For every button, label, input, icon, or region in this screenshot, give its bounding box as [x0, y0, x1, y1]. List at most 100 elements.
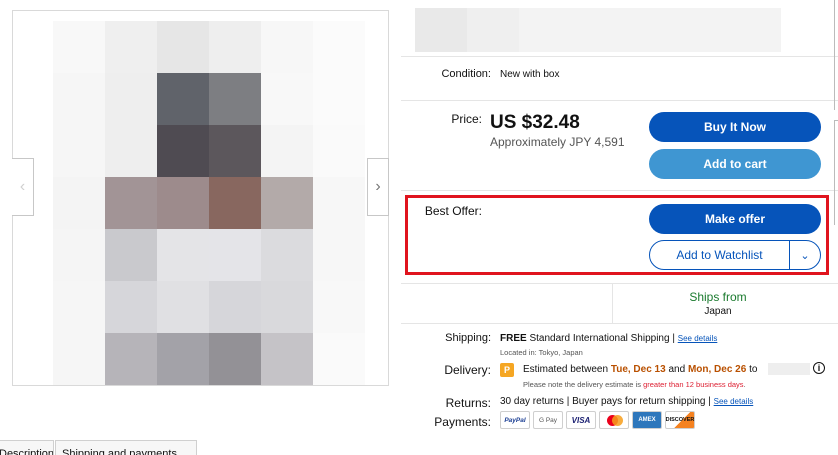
tab-shipping-and-payments[interactable]: Shipping and payments [55, 440, 197, 455]
image-pixel [209, 125, 261, 177]
image-pixel [313, 73, 365, 125]
image-pixel [53, 177, 105, 229]
google-pay-logo: G Pay [533, 411, 563, 429]
paypal-logo: PayPal [500, 411, 530, 429]
image-pixel [105, 281, 157, 333]
side-panel-edge [834, 0, 838, 110]
shipping-location: Located in: Tokyo, Japan [500, 348, 583, 357]
image-pixel [157, 281, 209, 333]
item-tabs: Description Shipping and payments [0, 440, 200, 455]
shipping-separator: | [672, 333, 675, 344]
payments-label: Payments: [434, 415, 491, 429]
image-pixel [105, 177, 157, 229]
product-image-viewer[interactable] [12, 10, 389, 386]
image-pixel [53, 229, 105, 281]
image-pixel [157, 229, 209, 281]
divider [401, 56, 838, 57]
delivery-text-to: to [749, 364, 758, 375]
chevron-left-icon: ‹ [19, 178, 26, 195]
product-image-pixelated [53, 21, 373, 385]
shipping-badge-icon: P [500, 363, 514, 377]
visa-logo: VISA [566, 411, 596, 429]
tab-description[interactable]: Description [0, 440, 54, 455]
shipping-info: FREE Standard International Shipping | S… [500, 333, 717, 344]
returns-text: 30 day returns | Buyer pays for return s… [500, 396, 711, 407]
image-pixel [53, 73, 105, 125]
image-pixel [313, 125, 365, 177]
amex-logo: AMEX [632, 411, 662, 429]
image-pixel [261, 281, 313, 333]
image-pixel [157, 21, 209, 73]
price-label: Price: [451, 112, 482, 126]
image-pixel [53, 333, 105, 385]
image-pixel [105, 73, 157, 125]
delivery-date-end: Mon, Dec 26 [687, 364, 747, 375]
image-pixel [53, 21, 105, 73]
image-pixel [313, 21, 365, 73]
price-approx: Approximately JPY 4,591 [490, 135, 625, 149]
mastercard-logo [599, 411, 629, 429]
discover-logo: DISCOVER [665, 411, 695, 429]
delivery-note-suffix: . [743, 380, 746, 389]
side-panel-edge [834, 120, 838, 225]
image-pixel [105, 333, 157, 385]
add-to-cart-button[interactable]: Add to cart [649, 149, 821, 179]
shipping-see-details-link[interactable]: See details [678, 334, 718, 343]
divider [401, 190, 838, 191]
image-pixel [105, 229, 157, 281]
gallery-prev-button[interactable]: ‹ [12, 158, 34, 216]
price-value: US $32.48 [490, 112, 580, 133]
image-pixel [209, 333, 261, 385]
image-pixel [209, 229, 261, 281]
delivery-note-highlight: greater than 12 business days [643, 380, 744, 389]
shipping-label: Shipping: [445, 332, 491, 344]
delivery-text-prefix: Estimated between [523, 364, 609, 375]
buy-it-now-button[interactable]: Buy It Now [649, 112, 821, 142]
image-pixel [209, 281, 261, 333]
payment-methods: PayPal G Pay VISA AMEX DISCOVER [500, 411, 695, 429]
delivery-label: Delivery: [444, 363, 491, 377]
image-pixel [313, 229, 365, 281]
image-pixel [261, 73, 313, 125]
returns-label: Returns: [445, 396, 491, 410]
image-pixel [313, 281, 365, 333]
image-pixel [261, 125, 313, 177]
divider [401, 100, 838, 101]
delivery-destination-redacted [768, 363, 810, 375]
returns-info: 30 day returns | Buyer pays for return s… [500, 396, 753, 407]
info-icon[interactable]: i [813, 362, 825, 374]
delivery-text-and: and [668, 364, 686, 375]
shipping-method: Standard International Shipping [529, 333, 670, 344]
image-pixel [261, 229, 313, 281]
delivery-date-start: Tue, Dec 13 [610, 364, 666, 375]
image-pixel [209, 177, 261, 229]
image-pixel [53, 125, 105, 177]
image-pixel [157, 73, 209, 125]
image-pixel [261, 21, 313, 73]
image-pixel [105, 125, 157, 177]
image-pixel [209, 21, 261, 73]
condition-value: New with box [500, 69, 560, 80]
delivery-estimate: Estimated between Tue, Dec 13 and Mon, D… [523, 364, 757, 375]
image-pixel [313, 333, 365, 385]
image-pixel [157, 125, 209, 177]
condition-label: Condition: [441, 68, 491, 80]
image-pixel [157, 333, 209, 385]
image-pixel [157, 177, 209, 229]
image-pixel [209, 73, 261, 125]
divider [401, 323, 838, 324]
ships-from-country: Japan [704, 306, 732, 317]
image-pixel [105, 21, 157, 73]
image-pixel [53, 281, 105, 333]
shipping-free: FREE [500, 333, 527, 344]
image-pixel [313, 177, 365, 229]
delivery-note-prefix: Please note the delivery estimate is [523, 380, 641, 389]
highlight-annotation-box [405, 195, 829, 275]
delivery-note: Please note the delivery estimate is gre… [523, 380, 746, 389]
returns-see-details-link[interactable]: See details [714, 397, 754, 406]
item-title-redacted [415, 8, 781, 52]
chevron-right-icon: › [375, 178, 381, 195]
image-pixel [261, 177, 313, 229]
gallery-next-button[interactable]: › [367, 158, 389, 216]
ships-from-title: Ships from [689, 290, 747, 304]
